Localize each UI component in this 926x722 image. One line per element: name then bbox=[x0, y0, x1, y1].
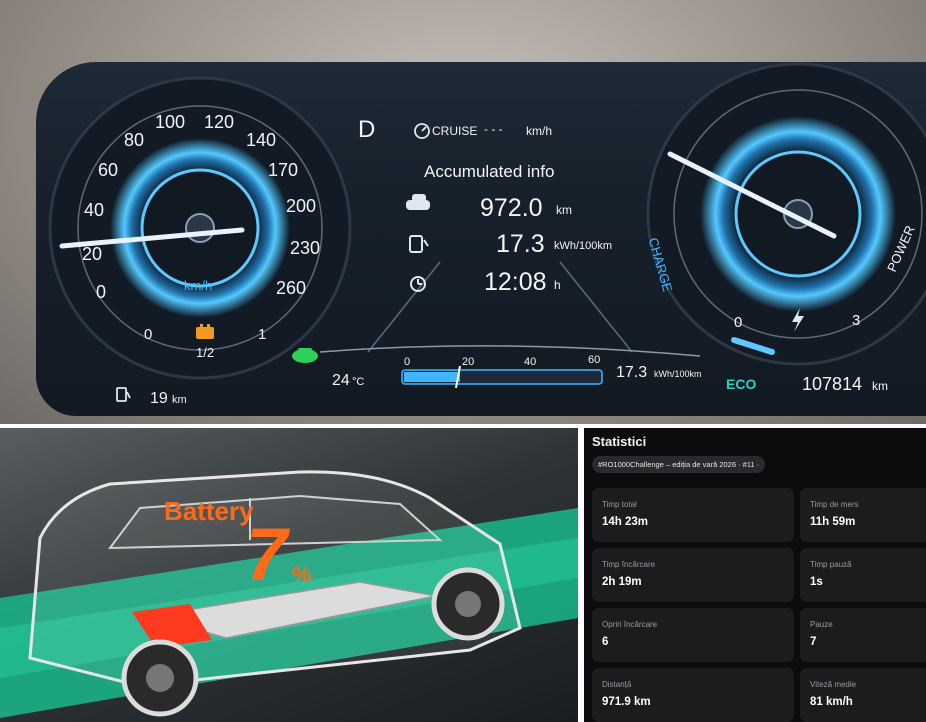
speed-tick-100: 100 bbox=[155, 112, 186, 132]
gear-indicator: D bbox=[358, 116, 376, 143]
stats-title: Statistici bbox=[592, 434, 647, 449]
consumption-bar bbox=[401, 365, 603, 389]
charger-icon bbox=[409, 235, 429, 253]
battery-label: Battery bbox=[164, 496, 254, 526]
odometer-value: 107814 bbox=[802, 374, 863, 394]
stat-card-charging-time: Timp încărcare 2h 19m bbox=[592, 548, 794, 602]
stat-card-charging-stops: Opriri încărcare 6 bbox=[592, 608, 794, 662]
cruise-icon bbox=[414, 123, 430, 139]
speed-tick-120: 120 bbox=[204, 112, 235, 132]
stat-card-average-speed: Viteză medie 81 km/h bbox=[800, 668, 926, 722]
speed-unit: km/h bbox=[184, 278, 213, 293]
time-unit: h bbox=[554, 278, 561, 292]
range-value: 19 bbox=[150, 390, 168, 407]
time-value: 12:08 bbox=[484, 268, 547, 296]
fuel-pump-icon bbox=[116, 387, 131, 402]
odometer-unit: km bbox=[872, 379, 888, 393]
battery-gauge-left: 0 bbox=[144, 326, 153, 343]
cruise-label: CRUISE bbox=[432, 124, 478, 138]
instrument-cluster-photo: 0 20 40 60 80 100 120 140 170 200 230 26… bbox=[0, 0, 926, 424]
speed-tick-20: 20 bbox=[82, 244, 103, 264]
stat-label: Pauze bbox=[810, 620, 833, 629]
eco-mode-label: ECO bbox=[726, 376, 757, 392]
stat-value: 7 bbox=[810, 636, 817, 648]
car-icon bbox=[406, 194, 430, 210]
stat-value: 2h 19m bbox=[602, 576, 642, 588]
power-gauge-left: 0 bbox=[734, 314, 743, 331]
battery-gauge-mid: 1/2 bbox=[196, 345, 215, 360]
speed-tick-140: 140 bbox=[246, 130, 277, 150]
bar-tick-20: 20 bbox=[462, 356, 475, 368]
speed-tick-60: 60 bbox=[98, 160, 119, 180]
stat-card-distance: Distanță 971.9 km bbox=[592, 668, 794, 722]
cruise-unit: km/h bbox=[526, 124, 553, 138]
range-unit: km bbox=[172, 394, 187, 406]
consumption-value: 17.3 bbox=[496, 230, 545, 258]
distance-unit: km bbox=[556, 203, 572, 217]
consumption-unit: kWh/100km bbox=[554, 240, 613, 252]
statistics-panel: Statistici #RO1000Challenge – ediția de … bbox=[584, 428, 926, 722]
stat-value: 14h 23m bbox=[602, 516, 649, 528]
challenge-tag[interactable]: #RO1000Challenge – ediția de vară 2026 ·… bbox=[592, 456, 766, 473]
power-gauge-right: 3 bbox=[852, 312, 861, 329]
battery-gauge-right: 1 bbox=[258, 326, 267, 343]
battery-percent-value: 7 bbox=[246, 513, 288, 596]
stat-label: Distanță bbox=[602, 680, 632, 689]
speed-tick-80: 80 bbox=[124, 130, 145, 150]
stat-label: Timp pauză bbox=[810, 560, 852, 569]
bar-tick-60: 60 bbox=[588, 354, 601, 366]
stat-card-driving-time: Timp de mers 11h 59m bbox=[800, 488, 926, 542]
stat-value: 81 km/h bbox=[810, 696, 853, 708]
stat-value: 1s bbox=[810, 576, 823, 588]
battery-percent-sign: % bbox=[292, 562, 312, 587]
speed-tick-170: 170 bbox=[268, 160, 299, 180]
stat-value: 11h 59m bbox=[810, 516, 856, 528]
stat-label: Timp de mers bbox=[810, 500, 859, 509]
speed-tick-0: 0 bbox=[96, 282, 107, 302]
bar-unit: kWh/100km bbox=[654, 369, 702, 379]
stat-label: Opriri încărcare bbox=[602, 620, 658, 629]
battery-car-graphic bbox=[0, 470, 578, 718]
info-title: Accumulated info bbox=[424, 162, 555, 181]
stat-label: Viteză medie bbox=[810, 680, 857, 689]
power-gauge bbox=[646, 62, 926, 366]
stat-value: 971.9 km bbox=[602, 696, 651, 708]
speed-tick-230: 230 bbox=[290, 238, 321, 258]
temperature-value: 24 bbox=[332, 372, 350, 389]
speed-tick-260: 260 bbox=[276, 278, 307, 298]
eco-car-icon bbox=[292, 348, 318, 363]
stat-value: 6 bbox=[602, 636, 609, 648]
battery-screen-photo: Battery 7 % bbox=[0, 428, 578, 722]
temperature-unit: °C bbox=[352, 376, 365, 388]
speed-tick-200: 200 bbox=[286, 196, 317, 216]
bar-tick-40: 40 bbox=[524, 356, 537, 368]
bar-tick-0: 0 bbox=[404, 356, 411, 368]
speed-tick-40: 40 bbox=[84, 200, 105, 220]
distance-value: 972.0 bbox=[480, 194, 543, 222]
cruise-value: - - - bbox=[484, 122, 503, 136]
bar-value: 17.3 bbox=[616, 364, 648, 381]
stat-card-total-time: Timp total 14h 23m bbox=[592, 488, 794, 542]
stat-label: Timp încărcare bbox=[602, 560, 656, 569]
stat-label: Timp total bbox=[602, 500, 637, 509]
stat-card-pauses: Pauze 7 bbox=[800, 608, 926, 662]
stat-card-pause-time: Timp pauză 1s bbox=[800, 548, 926, 602]
